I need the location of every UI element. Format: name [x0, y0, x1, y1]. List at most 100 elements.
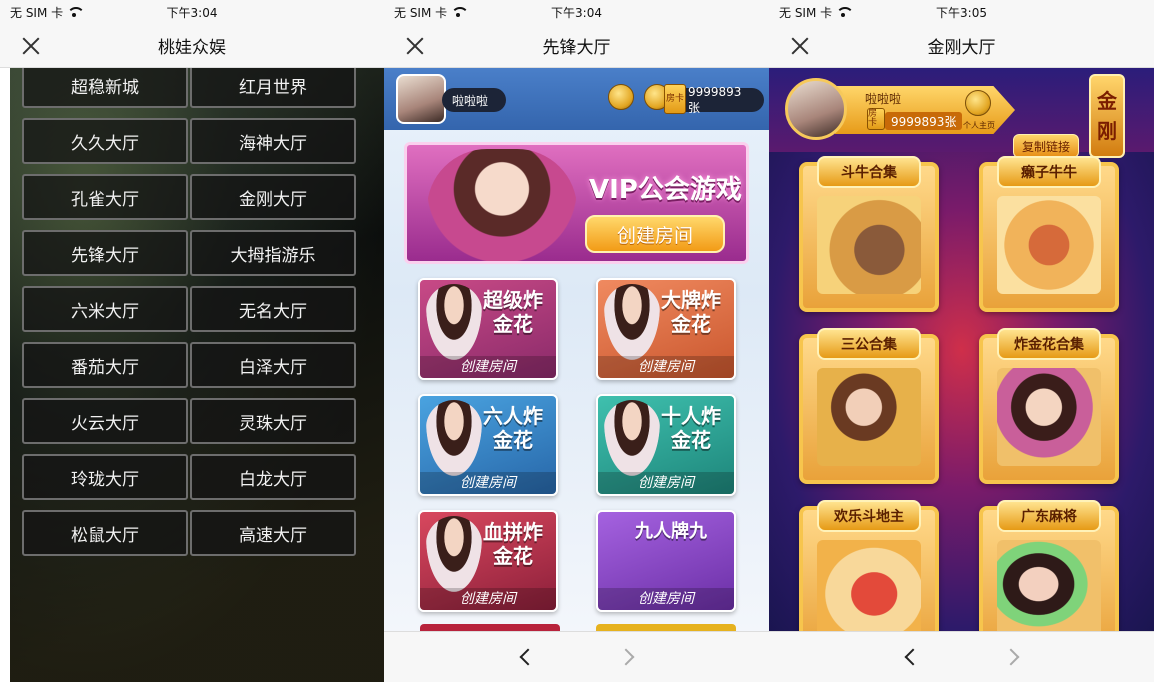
game-card[interactable]: 六人炸金花 创建房间	[418, 394, 558, 496]
close-icon[interactable]	[18, 33, 44, 59]
hall-badge-char: 金	[1097, 89, 1117, 113]
hall-badge: 金 刚	[1089, 74, 1125, 158]
hall-button[interactable]: 火云大厅	[22, 398, 188, 444]
game-name: 广东麻将	[997, 500, 1101, 532]
game-name: 斗牛合集	[817, 156, 921, 188]
close-icon[interactable]	[787, 33, 813, 59]
user-name: 啦啦啦	[442, 88, 506, 112]
game-card[interactable]: 九人牌九 创建房间	[596, 510, 736, 612]
lobby-content: 啦啦啦 9999893张 房卡 VIP公会游戏 创建房间 超级炸金花 创建房间	[384, 68, 769, 634]
browser-toolbar	[769, 631, 1154, 682]
game-tile[interactable]: 炸金花合集	[979, 328, 1119, 484]
create-room-button[interactable]: 创建房间	[585, 215, 725, 253]
hall-button[interactable]: 无名大厅	[190, 286, 356, 332]
hall-button[interactable]: 超稳新城	[22, 62, 188, 108]
room-card-icon: 房卡	[867, 108, 885, 130]
game-illustration	[997, 368, 1101, 466]
character-illustration	[426, 400, 482, 476]
page-title: 金刚大厅	[927, 38, 996, 58]
game-card[interactable]: 大牌炸金花 创建房间	[596, 278, 736, 380]
game-illustration	[817, 196, 921, 294]
game-name: 欢乐斗地主	[817, 500, 921, 532]
game-tile[interactable]: 癞子牛牛	[979, 156, 1119, 312]
create-room-label: 创建房间	[420, 356, 556, 378]
game-tile[interactable]: 三公合集	[799, 328, 939, 484]
create-room-label: 创建房间	[420, 588, 556, 610]
forward-icon[interactable]	[1002, 648, 1019, 666]
game-name: 九人牌九	[635, 521, 707, 542]
copy-link-button[interactable]: 复制链接	[1013, 134, 1080, 158]
hall-button[interactable]: 白龙大厅	[190, 454, 356, 500]
close-icon[interactable]	[402, 33, 428, 59]
game-illustration	[817, 540, 921, 638]
browser-toolbar	[384, 631, 769, 682]
back-icon[interactable]	[519, 648, 536, 666]
vip-banner: VIP公会游戏 创建房间	[404, 142, 749, 264]
game-tile[interactable]: 斗牛合集	[799, 156, 939, 312]
room-card-icon: 房卡	[664, 84, 686, 114]
game-name: 六人炸金花	[483, 404, 543, 452]
star-icon[interactable]	[965, 90, 991, 116]
carrier-label: 无 SIM 卡	[10, 5, 64, 20]
status-bar: 无 SIM 卡 下午3:04	[384, 0, 769, 24]
game-card[interactable]: 十人炸金花 创建房间	[596, 394, 736, 496]
game-name: 十人炸金花	[661, 404, 721, 452]
game-name: 癞子牛牛	[997, 156, 1101, 188]
hall-button[interactable]: 先锋大厅	[22, 230, 188, 276]
wifi-icon	[836, 7, 855, 17]
medal-icon[interactable]	[608, 84, 634, 110]
game-card[interactable]: 血拼炸金花 创建房间	[418, 510, 558, 612]
hall-button[interactable]: 大拇指游乐	[190, 230, 356, 276]
avatar[interactable]	[396, 74, 446, 124]
hall-button[interactable]: 高速大厅	[190, 510, 356, 556]
avatar[interactable]	[785, 78, 847, 140]
hall-button[interactable]: 金刚大厅	[190, 174, 356, 220]
screen-xianfeng: 无 SIM 卡 下午3:04 先锋大厅 啦啦啦 9999893张 房卡 VIP公…	[384, 0, 769, 682]
screen-taowa: 无 SIM 卡 下午3:04 桃娃众娱 超稳新城 红月世界 久久大厅 海神大厅 …	[0, 0, 384, 682]
game-illustration	[817, 368, 921, 466]
hall-button[interactable]: 红月世界	[190, 62, 356, 108]
screen-jingang: 无 SIM 卡 下午3:05 金刚大厅 啦啦啦 房卡 9999893张 个人主页…	[769, 0, 1154, 682]
character-illustration	[427, 149, 577, 261]
character-illustration	[604, 284, 660, 360]
hall-button[interactable]: 孔雀大厅	[22, 174, 188, 220]
create-room-label: 创建房间	[598, 472, 734, 494]
page-title: 先锋大厅	[542, 38, 611, 58]
hall-button[interactable]: 松鼠大厅	[22, 510, 188, 556]
hall-button[interactable]: 灵珠大厅	[190, 398, 356, 444]
hall-button[interactable]: 久久大厅	[22, 118, 188, 164]
back-icon[interactable]	[904, 648, 921, 666]
page-title: 桃娃众娱	[158, 38, 226, 58]
status-bar: 无 SIM 卡 下午3:05	[769, 0, 1154, 24]
user-name: 啦啦啦	[865, 92, 902, 106]
hall-list: 超稳新城 红月世界 久久大厅 海神大厅 孔雀大厅 金刚大厅 先锋大厅 大拇指游乐…	[22, 62, 356, 556]
game-card[interactable]: 超级炸金花 创建房间	[418, 278, 558, 380]
character-illustration	[426, 284, 482, 360]
hall-button[interactable]: 番茄大厅	[22, 342, 188, 388]
hall-button[interactable]: 玲珑大厅	[22, 454, 188, 500]
game-illustration	[997, 540, 1101, 638]
create-room-label: 创建房间	[598, 588, 734, 610]
wifi-icon	[67, 7, 86, 17]
character-illustration	[426, 516, 482, 592]
hall-button[interactable]: 六米大厅	[22, 286, 188, 332]
vip-title: VIP公会游戏	[589, 175, 742, 205]
game-name: 血拼炸金花	[483, 520, 543, 568]
profile-label: 个人主页	[963, 121, 995, 130]
game-illustration	[997, 196, 1101, 294]
hall-button[interactable]: 海神大厅	[190, 118, 356, 164]
carrier-label: 无 SIM 卡	[394, 5, 448, 20]
status-bar: 无 SIM 卡 下午3:04	[0, 0, 384, 24]
carrier-label: 无 SIM 卡	[779, 5, 833, 20]
nav-bar: 金刚大厅	[769, 24, 1154, 68]
hall-button[interactable]: 白泽大厅	[190, 342, 356, 388]
lobby-content: 啦啦啦 房卡 9999893张 个人主页 复制链接 金 刚 斗牛合集 癞子牛牛	[769, 68, 1154, 656]
wifi-icon	[451, 7, 470, 17]
forward-icon[interactable]	[617, 648, 634, 666]
game-grid: 斗牛合集 癞子牛牛 三公合集 炸金花合集 欢乐斗地主 广东麻将	[799, 156, 1129, 656]
user-bar: 啦啦啦 9999893张 房卡	[384, 68, 769, 130]
game-grid: 超级炸金花 创建房间 大牌炸金花 创建房间 六人炸金花 创建房间 十人炸金花 创…	[418, 278, 736, 612]
nav-bar: 桃娃众娱	[0, 24, 384, 68]
create-room-label: 创建房间	[420, 472, 556, 494]
nav-bar: 先锋大厅	[384, 24, 769, 68]
